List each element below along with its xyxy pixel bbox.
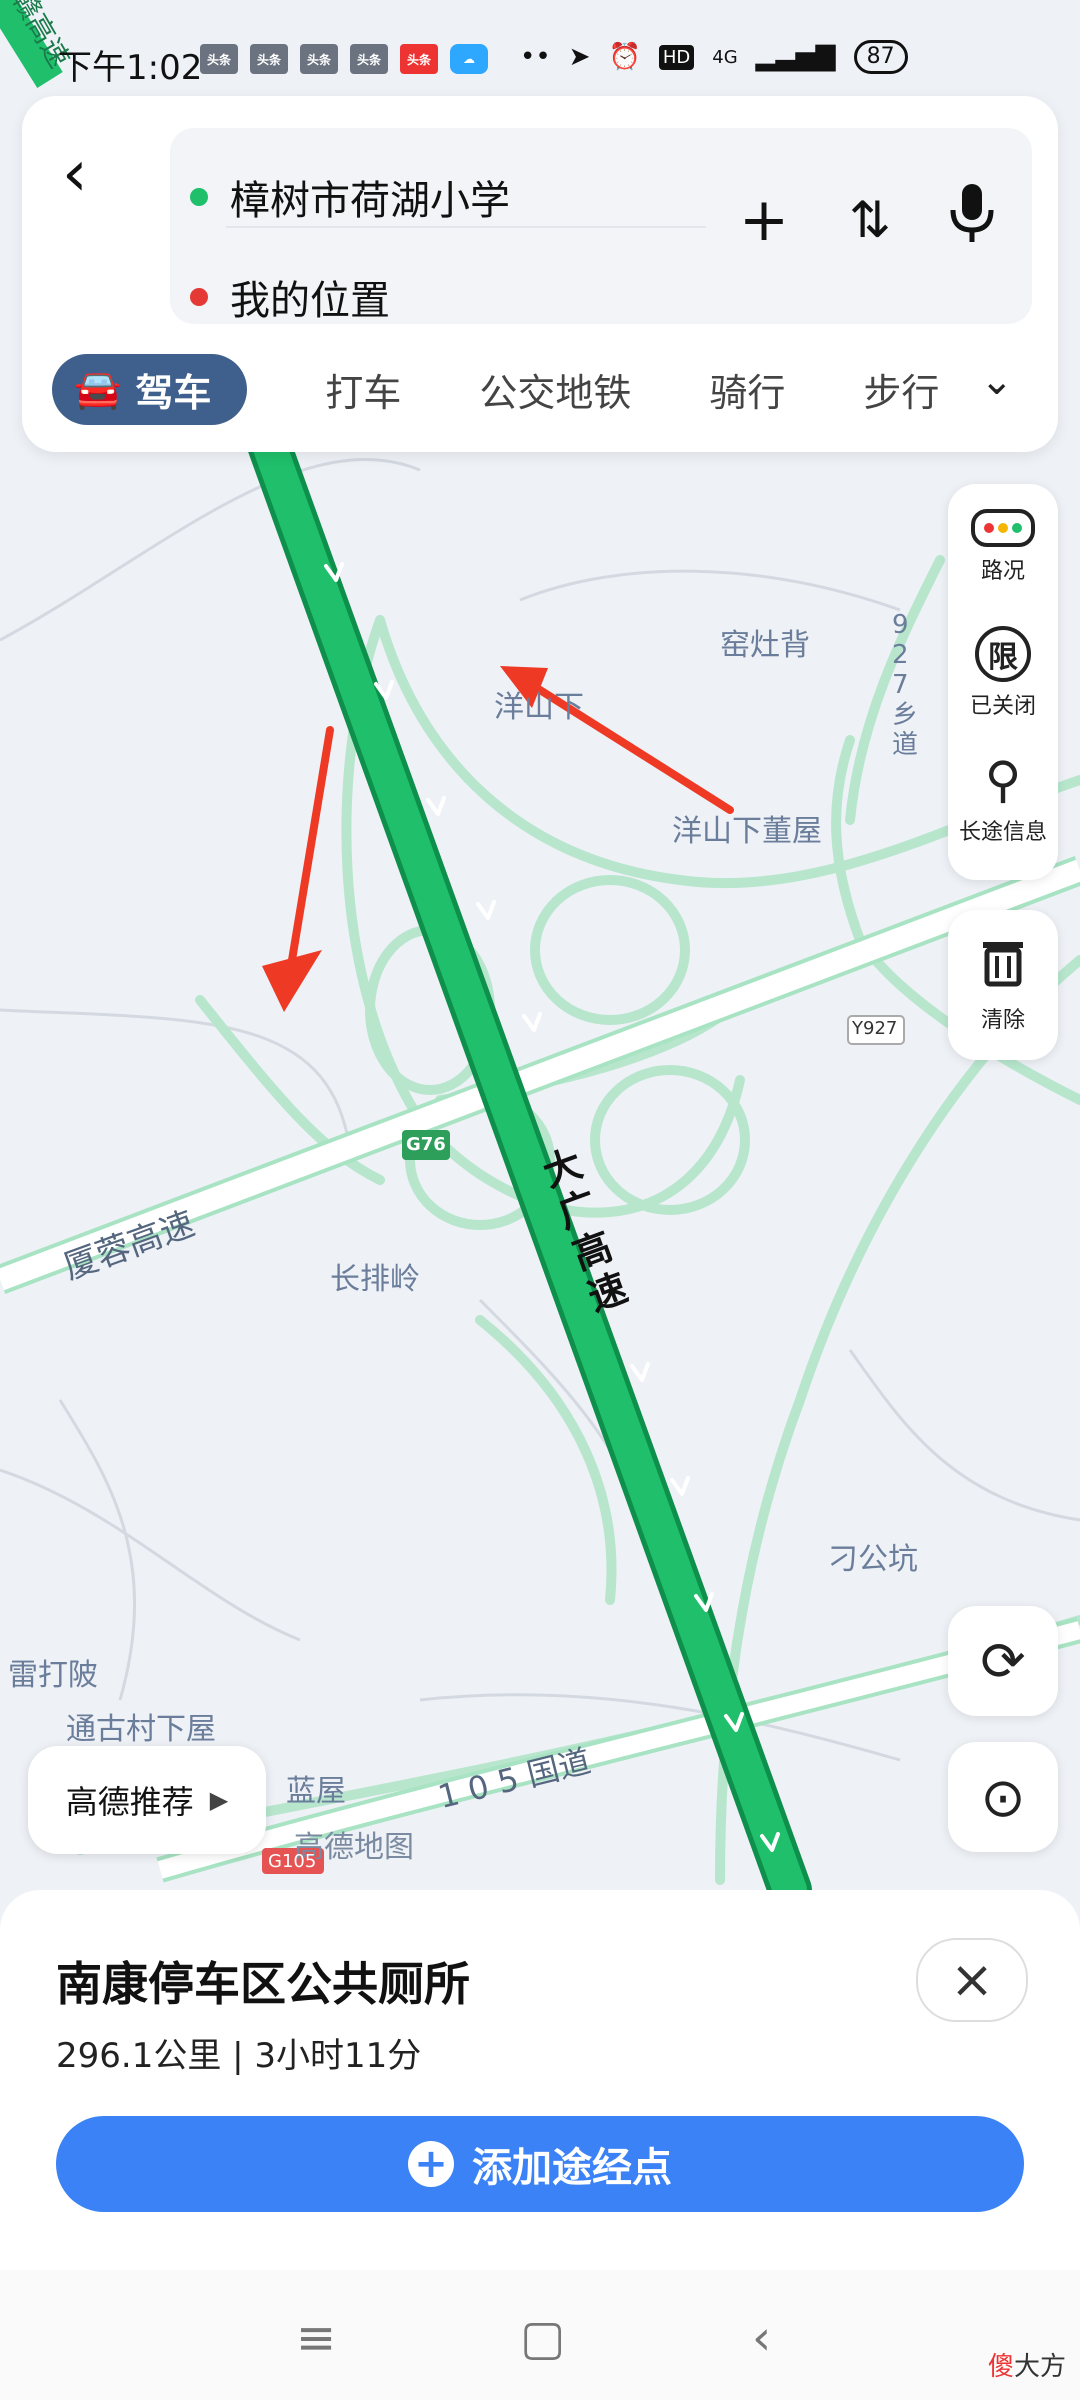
map-label-village: 窑灶背	[720, 628, 810, 663]
traffic-light-icon	[971, 509, 1035, 547]
recommend-label: 高德推荐	[65, 1783, 194, 1821]
home-square-icon[interactable]: ▢	[520, 2310, 565, 2366]
play-triangle-icon: ▶	[209, 1786, 229, 1814]
map-label-county-road: 9 2 7 乡 道	[892, 610, 919, 760]
map-label-village: 通古村下屋	[66, 1712, 216, 1747]
route-planner-card: ‹ 樟树市荷湖小学 我的位置 + ⇅ 🚘 驾车 打车 公交地铁 骑行 步行 ⌄	[22, 96, 1058, 452]
menu-icon[interactable]: ≡	[296, 2310, 336, 2366]
map-label-village: 洋山下	[494, 690, 584, 725]
tab-label: 驾车	[135, 370, 212, 415]
start-point-field[interactable]: 樟树市荷湖小学	[190, 168, 510, 226]
watermark: 傻大方	[988, 2352, 1067, 2382]
toutiao-icon: 头条	[400, 44, 438, 74]
plus-circle-icon: +	[408, 2141, 454, 2187]
tab-taxi[interactable]: 打车	[325, 362, 401, 417]
map-label-village: 刁公坑	[828, 1542, 918, 1577]
add-waypoint-button[interactable]: + 添加途经点	[56, 2116, 1024, 2212]
toutiao-icon: 头条	[200, 44, 238, 74]
restriction-icon: 限	[975, 626, 1031, 682]
end-point-field[interactable]: 我的位置	[190, 268, 390, 326]
back-button[interactable]: ‹	[62, 134, 142, 214]
travel-mode-tabs: 🚘 驾车 打车 公交地铁 骑行 步行	[52, 353, 1052, 425]
system-nav-bar: ≡ ▢ ‹	[0, 2270, 1080, 2400]
status-time: 下午1:02	[58, 48, 203, 88]
car-icon: 🚘	[74, 366, 122, 411]
destination-name: 南康停车区公共厕所	[56, 1957, 470, 2011]
traffic-button[interactable]: 路况	[948, 484, 1058, 610]
traffic-label: 路况	[980, 559, 1025, 584]
location-arrow-icon: ➤	[568, 42, 591, 72]
road-shield-y927: Y927	[852, 1018, 898, 1039]
map-label-village: 长排岭	[330, 1262, 420, 1297]
end-point-text: 我的位置	[230, 278, 390, 324]
trash-icon	[979, 936, 1027, 994]
toutiao-icon: 头条	[300, 44, 338, 74]
chevron-down-icon[interactable]: ⌄	[980, 358, 1014, 404]
map-label-village: 蓝屋	[286, 1774, 346, 1809]
route-inputs: 樟树市荷湖小学 我的位置 + ⇅	[170, 128, 1032, 324]
swap-icon[interactable]: ⇅	[830, 180, 910, 260]
toutiao-icon: 头条	[250, 44, 288, 74]
network-label: 4G	[712, 46, 738, 68]
clear-button[interactable]: 清除	[948, 910, 1058, 1060]
hd-badge: HD	[658, 44, 695, 70]
map-label-village: 洋山下董屋	[672, 814, 822, 849]
battery-indicator: 87	[853, 40, 908, 74]
close-button[interactable]: ×	[916, 1938, 1028, 2022]
clear-label: 清除	[980, 1008, 1025, 1033]
tab-transit[interactable]: 公交地铁	[479, 362, 631, 417]
map-label-village: 雷打陂	[8, 1658, 98, 1693]
tab-drive[interactable]: 🚘 驾车	[52, 353, 248, 425]
route-distance-time: 296.1公里 | 3小时11分	[56, 2036, 422, 2076]
recommend-button[interactable]: 高德推荐 ▶	[28, 1746, 266, 1854]
road-shield-g105: G105	[268, 1851, 317, 1872]
notification-icons: 头条 头条 头条 头条 头条 ☁	[200, 44, 488, 74]
refresh-route-button[interactable]: ⟳	[948, 1606, 1058, 1716]
system-icons: •• ➤ ⏰ HD 4G ▂▃▅▇ 87	[520, 40, 908, 74]
end-dot-icon	[190, 288, 208, 306]
cloud-icon: ☁	[450, 44, 488, 74]
long-trip-label: 长途信息	[958, 820, 1047, 845]
search-icon: ⚲	[984, 751, 1022, 809]
restriction-button[interactable]: 限 已关闭	[948, 610, 1058, 736]
toutiao-icon: 头条	[350, 44, 388, 74]
locate-me-button[interactable]: ⊙	[948, 1742, 1058, 1852]
destination-card: 南康停车区公共厕所 296.1公里 | 3小时11分 × + 添加途经点	[0, 1890, 1080, 2270]
back-nav-icon[interactable]: ‹	[752, 2310, 771, 2366]
more-dots-icon: ••	[520, 42, 551, 72]
crosshair-icon: ⊙	[980, 1765, 1026, 1829]
refresh-icon: ⟳	[980, 1629, 1026, 1693]
add-stop-icon[interactable]: +	[724, 180, 804, 260]
alarm-icon: ⏰	[608, 42, 641, 72]
restriction-label: 已关闭	[969, 694, 1036, 719]
add-waypoint-label: 添加途经点	[472, 2145, 672, 2191]
tab-walking[interactable]: 步行	[863, 362, 939, 417]
road-shield-g76: G76	[406, 1134, 446, 1155]
signal-icon: ▂▃▅▇	[755, 42, 836, 72]
tab-cycling[interactable]: 骑行	[709, 362, 785, 417]
microphone-icon[interactable]	[932, 180, 1012, 260]
start-dot-icon	[190, 188, 208, 206]
long-trip-info-button[interactable]: ⚲ 长途信息	[948, 736, 1058, 862]
divider	[226, 226, 706, 228]
map-tools-panel: 路况 限 已关闭 ⚲ 长途信息	[948, 484, 1058, 880]
start-point-text: 樟树市荷湖小学	[230, 178, 510, 224]
